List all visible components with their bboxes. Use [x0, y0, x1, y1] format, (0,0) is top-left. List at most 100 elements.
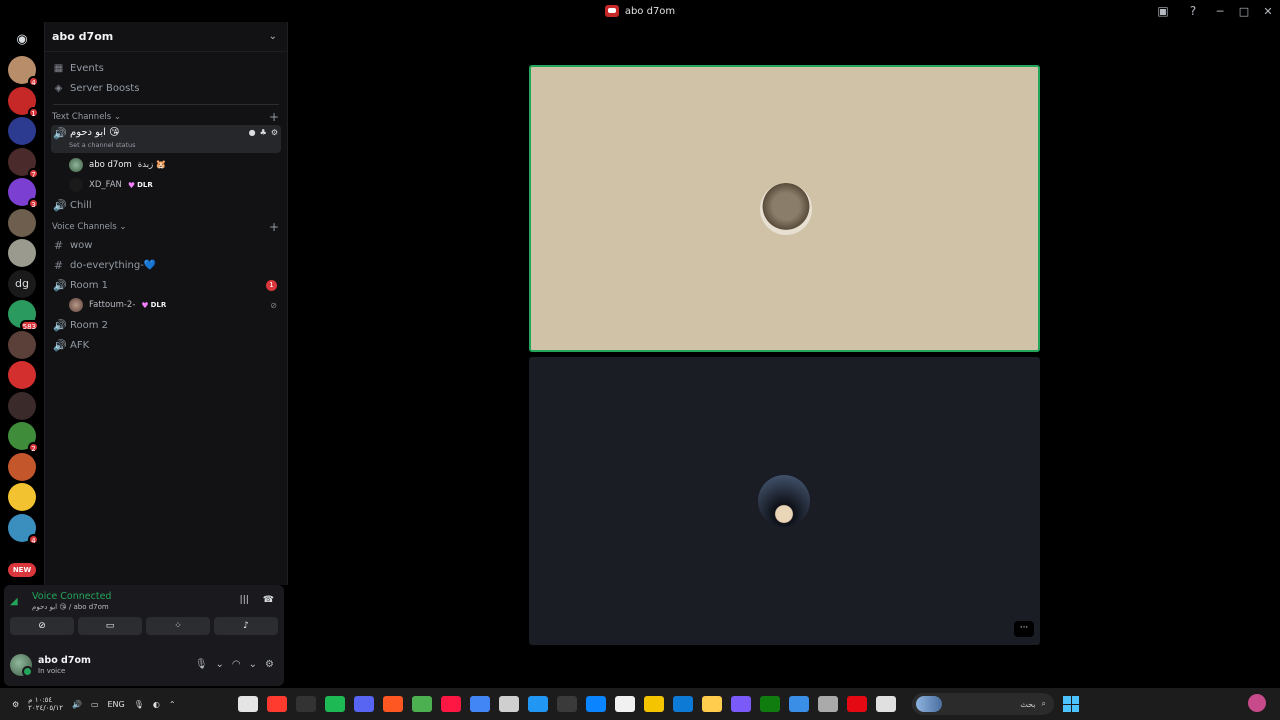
server-icon[interactable]: 583: [8, 300, 39, 331]
taskbar-app-icon[interactable]: [586, 696, 606, 712]
minimize-button[interactable]: ─: [1208, 0, 1232, 22]
taskbar-app-icon[interactable]: [470, 696, 490, 712]
chat-icon[interactable]: ●: [249, 128, 256, 137]
discord-home-icon[interactable]: ◉: [8, 26, 36, 54]
activities-button[interactable]: ⁘: [146, 617, 210, 635]
maximize-button[interactable]: □: [1232, 0, 1256, 22]
network-icon[interactable]: ▭: [91, 700, 99, 709]
taskbar-app-icon[interactable]: [325, 696, 345, 712]
taskbar-app-icon[interactable]: [789, 696, 809, 712]
clock[interactable]: ١٠:٥٤ م ٢٠٢٤/٠٥/١٢: [28, 696, 63, 712]
taskbar-app-icon[interactable]: [702, 696, 722, 712]
taskbar-app-icon[interactable]: [528, 696, 548, 712]
channel-active-voice[interactable]: 🔊 ابو دحوم 😘 Set a channel status ● ♣ ⚙: [51, 125, 281, 153]
unread-badge: 7: [28, 167, 39, 179]
more-options-button[interactable]: ···: [1014, 621, 1034, 637]
server-icon[interactable]: [8, 208, 36, 237]
voice-status[interactable]: Voice Connected: [32, 591, 111, 602]
server-icon[interactable]: [8, 483, 36, 511]
taskbar-app-icon[interactable]: [876, 696, 896, 712]
gear-icon[interactable]: ⚙: [271, 128, 278, 137]
invite-icon[interactable]: ♣: [260, 128, 267, 137]
server-icon[interactable]: 7: [8, 147, 39, 179]
close-button[interactable]: ✕: [1256, 0, 1280, 22]
taskbar-app-icon[interactable]: [673, 696, 693, 712]
avatar[interactable]: [10, 653, 33, 677]
server-icon[interactable]: 4: [8, 513, 39, 545]
taskbar-app-icon[interactable]: [731, 696, 751, 712]
channel-room-1[interactable]: 🔊 Room 1 1: [51, 275, 281, 295]
user-name[interactable]: abo d7om: [38, 655, 91, 666]
taskbar-app-icon[interactable]: [412, 696, 432, 712]
soundboard-button[interactable]: ♪: [214, 617, 278, 635]
tray-app-icon[interactable]: ◐: [153, 700, 160, 709]
search-box[interactable]: بحث ⌕: [912, 693, 1054, 715]
taskbar-app-icon[interactable]: [354, 696, 374, 712]
taskbar-app-icon[interactable]: [296, 696, 316, 712]
server-icon[interactable]: [8, 391, 36, 420]
camera-button[interactable]: ⊘: [10, 617, 74, 635]
volume-icon[interactable]: 🔊: [72, 700, 82, 709]
taskbar-app-icon[interactable]: [644, 696, 664, 712]
disconnect-icon[interactable]: ☎: [263, 595, 274, 605]
voice-user[interactable]: XD_FAN ♥ DLR: [69, 175, 281, 195]
headphones-icon[interactable]: ◠: [232, 659, 241, 670]
microphone-icon[interactable]: 🎙: [195, 659, 208, 670]
server-icon[interactable]: [8, 239, 36, 267]
server-header[interactable]: abo d7om ⌄: [45, 22, 287, 52]
voice-channel-path[interactable]: ابو دحوم 😘 / abo d7om: [32, 603, 111, 611]
category-voice-channels[interactable]: Voice Channels ⌄ +: [51, 219, 281, 235]
channel-do-everything[interactable]: # do-everything-💙: [51, 255, 281, 275]
taskbar-app-icon[interactable]: [818, 696, 838, 712]
windows-start-icon[interactable]: [1063, 696, 1079, 712]
nav-events[interactable]: ▦ Events: [51, 58, 281, 78]
channel-status[interactable]: Set a channel status: [69, 141, 136, 149]
taskbar-app-icon[interactable]: [267, 696, 287, 712]
voice-user[interactable]: Fattoum-2- ♥ DLR ⊘: [69, 295, 281, 315]
settings-icon[interactable]: ⚙: [12, 700, 19, 709]
server-icon[interactable]: [8, 117, 36, 145]
add-channel-icon[interactable]: +: [269, 110, 279, 124]
video-tile[interactable]: ···: [529, 357, 1040, 645]
server-icon[interactable]: [8, 452, 36, 481]
taskbar-app-icon[interactable]: [615, 696, 635, 712]
taskbar-app-icon[interactable]: [557, 696, 577, 712]
add-channel-icon[interactable]: +: [269, 220, 279, 234]
taskbar-app-icon[interactable]: [499, 696, 519, 712]
new-badge[interactable]: NEW: [8, 563, 36, 577]
channel-chill[interactable]: 🔊 Chill: [51, 195, 281, 215]
chevron-down-icon[interactable]: ⌄: [216, 659, 224, 670]
channel-room-2[interactable]: 🔊 Room 2: [51, 315, 281, 335]
server-icon[interactable]: 1: [8, 86, 39, 118]
server-icon[interactable]: [8, 361, 36, 389]
unread-badge: 4: [28, 76, 39, 87]
channel-afk[interactable]: 🔊 AFK: [51, 335, 281, 355]
participant-avatar: [758, 475, 810, 527]
chevron-down-icon[interactable]: ⌄: [249, 659, 257, 670]
inbox-icon[interactable]: ▣: [1148, 0, 1178, 22]
copilot-icon[interactable]: [1248, 694, 1266, 712]
server-icon[interactable]: [8, 330, 36, 359]
chevron-up-icon[interactable]: ⌃: [169, 700, 176, 709]
server-icon[interactable]: 4: [8, 56, 39, 87]
gear-icon[interactable]: ⚙: [265, 659, 274, 670]
taskbar-app-icon[interactable]: [441, 696, 461, 712]
server-icon[interactable]: dg: [8, 269, 36, 298]
taskbar-app-icon[interactable]: [383, 696, 403, 712]
help-icon[interactable]: ?: [1178, 0, 1208, 22]
server-icon[interactable]: 3: [8, 178, 39, 209]
noise-suppression-icon[interactable]: |||: [240, 595, 249, 605]
nav-server-boosts[interactable]: ◈ Server Boosts: [51, 78, 281, 98]
video-tile-speaking[interactable]: [529, 65, 1040, 352]
channel-wow[interactable]: # wow: [51, 235, 281, 255]
voice-user[interactable]: abo d7om زبدة 🐹: [69, 155, 281, 175]
taskbar-app-icon[interactable]: [760, 696, 780, 712]
taskbar-app-icon[interactable]: [238, 696, 258, 712]
category-text-channels[interactable]: Text Channels ⌄ +: [51, 109, 281, 125]
signal-icon[interactable]: ◢: [10, 596, 24, 607]
microphone-icon[interactable]: 🎙: [134, 700, 144, 709]
screen-share-button[interactable]: ▭: [78, 617, 142, 635]
language-indicator[interactable]: ENG: [108, 700, 125, 709]
taskbar-app-icon[interactable]: [847, 696, 867, 712]
server-icon[interactable]: 2: [8, 422, 39, 453]
